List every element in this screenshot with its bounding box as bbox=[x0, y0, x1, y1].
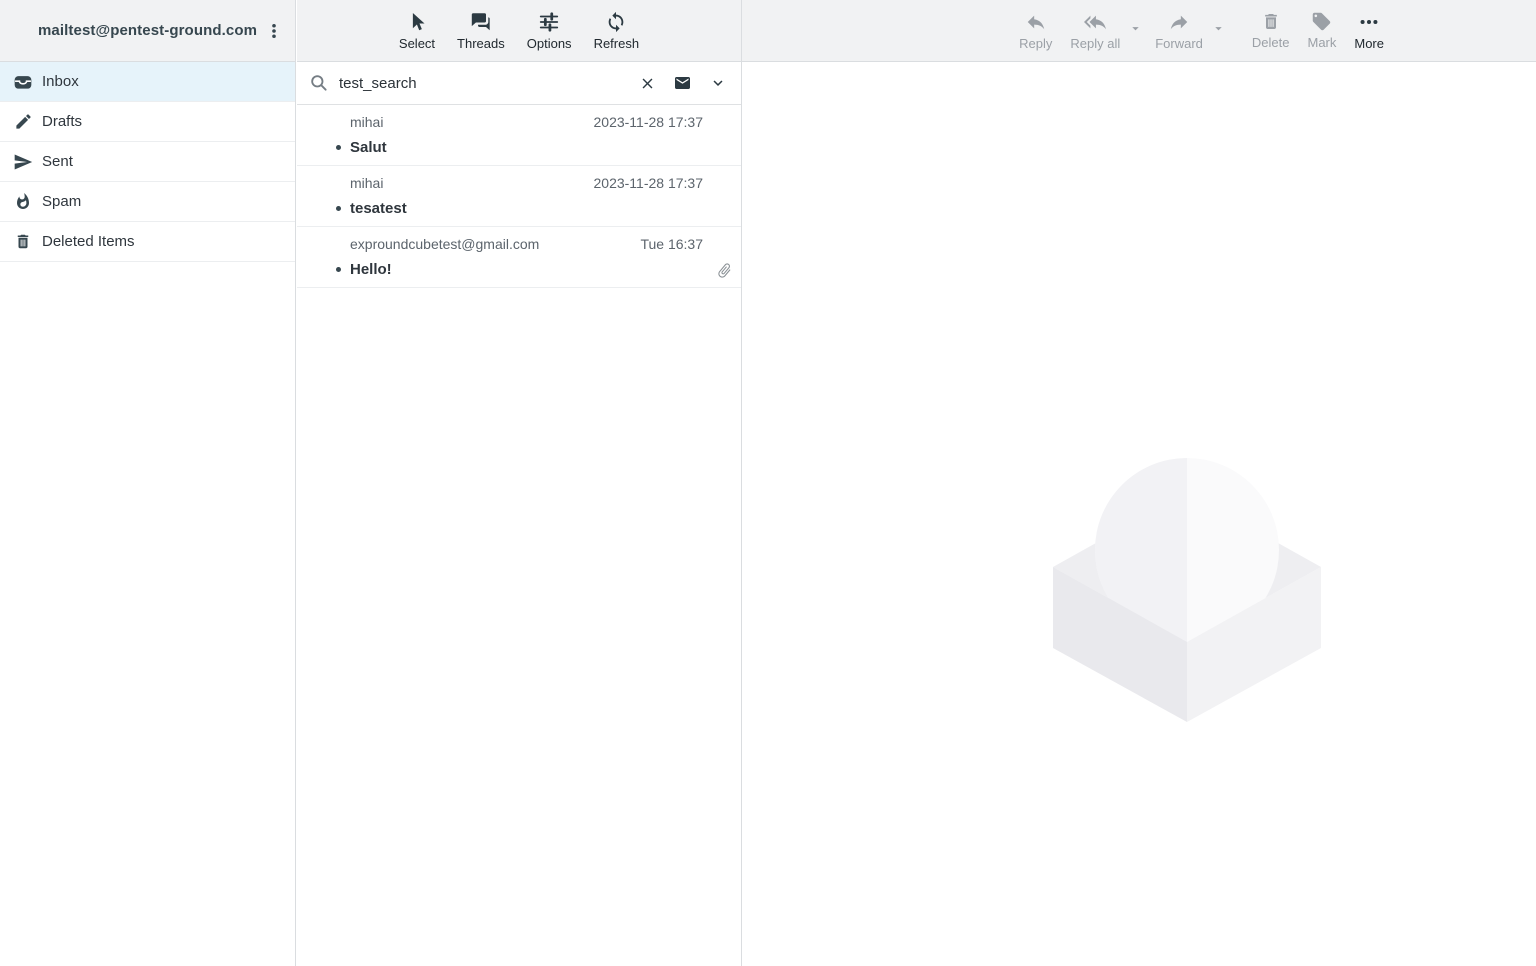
search-icon bbox=[309, 73, 329, 93]
sidebar-item-label: Drafts bbox=[42, 113, 82, 130]
message-subject: Hello! bbox=[350, 261, 392, 278]
folders-sidebar: mailtest@pentest-ground.com Inbox Drafts… bbox=[0, 0, 296, 966]
select-button[interactable]: Select bbox=[399, 11, 435, 51]
envelope-icon bbox=[672, 74, 693, 92]
sidebar-item-sent[interactable]: Sent bbox=[0, 142, 295, 182]
sidebar-item-deleted-items[interactable]: Deleted Items bbox=[0, 222, 295, 262]
paper-plane-icon bbox=[12, 152, 34, 172]
message-sender: mihai bbox=[350, 175, 383, 191]
cursor-icon bbox=[406, 11, 428, 33]
reply-icon bbox=[1025, 11, 1047, 33]
inbox-icon bbox=[12, 72, 34, 92]
message-list-column: Select Threads Options Refresh bbox=[297, 0, 742, 966]
mark-button[interactable]: Mark bbox=[1307, 11, 1336, 50]
clear-search-button[interactable] bbox=[639, 75, 656, 92]
message-row[interactable]: mihai 2023-11-28 17:37 tesatest bbox=[297, 166, 741, 227]
message-sender: exproundcubetest@gmail.com bbox=[350, 236, 539, 252]
sidebar-item-label: Inbox bbox=[42, 73, 79, 90]
sliders-icon bbox=[538, 11, 560, 33]
fire-icon bbox=[12, 192, 34, 212]
sidebar-item-label: Sent bbox=[42, 153, 73, 170]
sidebar-item-label: Spam bbox=[42, 193, 81, 210]
sidebar-item-label: Deleted Items bbox=[42, 233, 135, 250]
roundcube-watermark-logo bbox=[1053, 458, 1321, 723]
message-pane: Reply Reply all Forward Delete Mark More bbox=[742, 0, 1536, 966]
unread-dot bbox=[336, 206, 341, 211]
chevron-down-icon bbox=[709, 74, 727, 92]
message-row[interactable]: mihai 2023-11-28 17:37 Salut bbox=[297, 105, 741, 166]
search-scope-button[interactable] bbox=[672, 74, 693, 92]
sidebar-item-inbox[interactable]: Inbox bbox=[0, 62, 295, 102]
sidebar-item-drafts[interactable]: Drafts bbox=[0, 102, 295, 142]
threads-button[interactable]: Threads bbox=[457, 11, 505, 51]
trash-icon bbox=[12, 232, 34, 252]
sidebar-item-spam[interactable]: Spam bbox=[0, 182, 295, 222]
sync-icon bbox=[605, 11, 627, 33]
tag-icon bbox=[1311, 11, 1332, 32]
reply-button[interactable]: Reply bbox=[1019, 11, 1052, 51]
chevron-down-icon bbox=[1213, 23, 1224, 34]
account-header: mailtest@pentest-ground.com bbox=[0, 0, 295, 62]
reply-all-button[interactable]: Reply all bbox=[1070, 11, 1120, 51]
options-button[interactable]: Options bbox=[527, 11, 572, 51]
trash-icon bbox=[1261, 11, 1281, 32]
delete-button[interactable]: Delete bbox=[1252, 11, 1290, 50]
unread-dot bbox=[336, 267, 341, 272]
chat-bubbles-icon bbox=[469, 11, 492, 33]
forward-dropdown-button[interactable] bbox=[1213, 23, 1224, 34]
list-toolbar: Select Threads Options Refresh bbox=[297, 0, 741, 62]
reply-all-icon bbox=[1083, 11, 1107, 33]
account-email: mailtest@pentest-ground.com bbox=[38, 22, 257, 39]
message-subject: Salut bbox=[350, 139, 387, 156]
message-subject: tesatest bbox=[350, 200, 407, 217]
message-date: 2023-11-28 17:37 bbox=[594, 175, 704, 191]
message-date: 2023-11-28 17:37 bbox=[594, 114, 704, 130]
message-toolbar: Reply Reply all Forward Delete Mark More bbox=[742, 0, 1536, 62]
search-options-button[interactable] bbox=[709, 74, 727, 92]
forward-button[interactable]: Forward bbox=[1155, 11, 1203, 51]
forward-icon bbox=[1168, 11, 1190, 33]
chevron-down-icon bbox=[1130, 23, 1141, 34]
account-menu-button[interactable] bbox=[259, 16, 289, 46]
attachment-paperclip-icon bbox=[716, 262, 733, 279]
pencil-icon bbox=[12, 112, 34, 132]
search-bar bbox=[297, 62, 741, 105]
message-date: Tue 16:37 bbox=[640, 236, 703, 252]
reply-all-dropdown-button[interactable] bbox=[1130, 23, 1141, 34]
kebab-icon bbox=[265, 22, 283, 40]
refresh-button[interactable]: Refresh bbox=[594, 11, 640, 51]
close-icon bbox=[639, 75, 656, 92]
search-input[interactable] bbox=[337, 74, 623, 93]
message-sender: mihai bbox=[350, 114, 383, 130]
unread-dot bbox=[336, 145, 341, 150]
ellipsis-icon bbox=[1358, 11, 1380, 33]
more-button[interactable]: More bbox=[1354, 11, 1384, 51]
message-row[interactable]: exproundcubetest@gmail.com Tue 16:37 Hel… bbox=[297, 227, 741, 288]
